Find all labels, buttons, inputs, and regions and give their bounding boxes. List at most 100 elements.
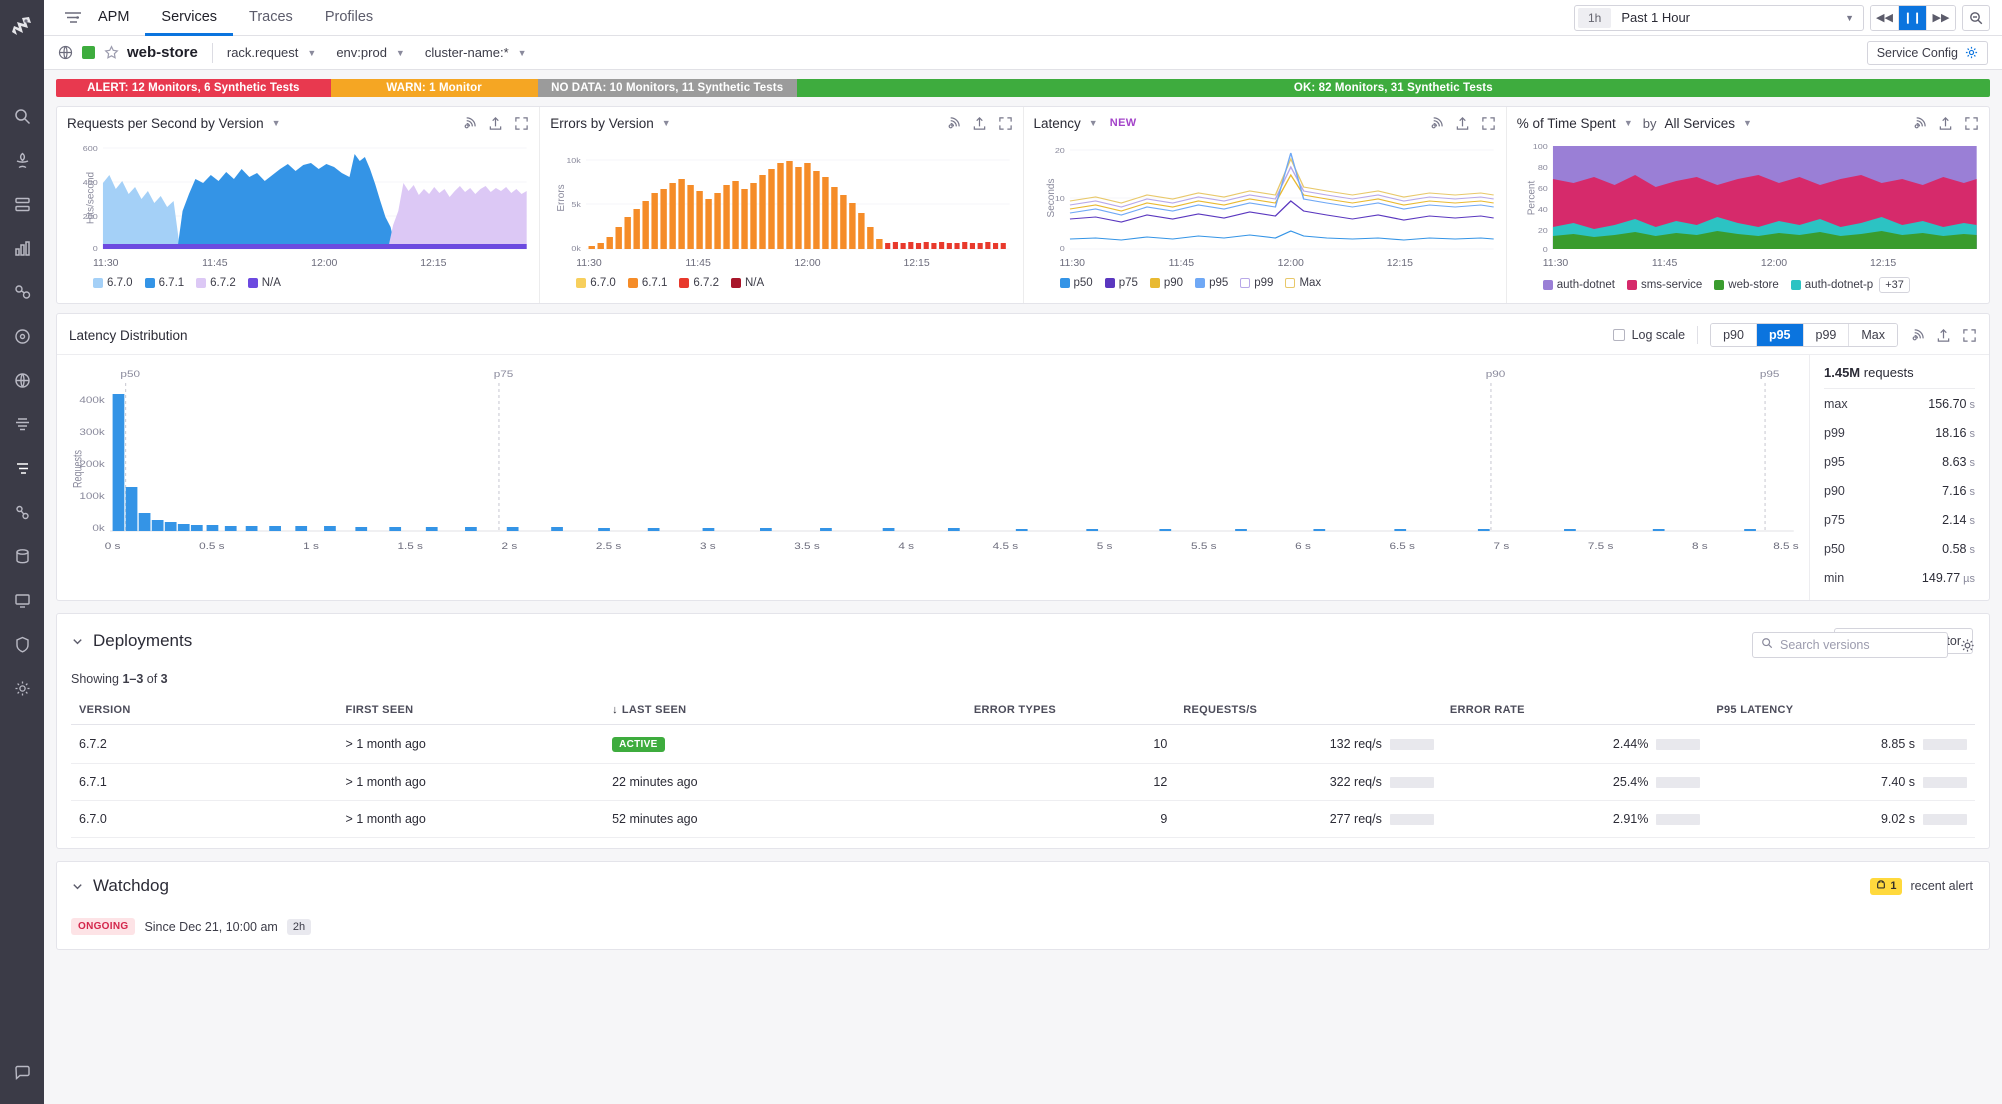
export-icon[interactable]	[488, 116, 503, 131]
fullscreen-icon[interactable]	[998, 116, 1013, 131]
status-segment-warn[interactable]: WARN: 1 Monitor	[330, 79, 538, 97]
export-icon[interactable]	[1936, 328, 1951, 343]
export-icon[interactable]	[1938, 116, 1953, 131]
log-scale-checkbox[interactable]	[1612, 329, 1625, 341]
table-row[interactable]: 6.7.1 > 1 month ago 22 minutes ago 12 32…	[71, 763, 1975, 801]
column-first-seen[interactable]: FIRST SEEN	[337, 698, 605, 725]
legend-item[interactable]: p50	[1059, 277, 1093, 289]
chevron-down-icon[interactable]: ▼	[272, 118, 281, 128]
legend-item[interactable]: auth-dotnet	[1542, 279, 1615, 291]
errors-by-version-chart[interactable]: Errors 10k 5k 0k	[550, 139, 1012, 257]
settings-gear-icon[interactable]	[0, 666, 44, 710]
rewind-button[interactable]: ◀◀	[1871, 5, 1899, 30]
ux-monitoring-icon[interactable]	[0, 358, 44, 402]
panel-title[interactable]: Errors by Version	[550, 116, 654, 131]
chevron-down-icon[interactable]	[71, 880, 84, 893]
panel-title[interactable]: % of Time Spent	[1517, 116, 1616, 131]
legend-item[interactable]: p95	[1195, 277, 1228, 289]
group-by-value[interactable]: All Services	[1664, 116, 1735, 131]
monitors-icon[interactable]	[0, 226, 44, 270]
legend-item[interactable]: 6.7.0	[576, 277, 616, 289]
column-p95-latency[interactable]: P95 LATENCY	[1708, 698, 1975, 725]
column-error-rate[interactable]: ERROR RATE	[1441, 698, 1709, 725]
chevron-down-icon[interactable]: ▼	[662, 118, 671, 128]
help-chat-icon[interactable]	[0, 1050, 44, 1094]
filter-cluster[interactable]: cluster-name:* ▼	[425, 45, 527, 60]
synthetics-icon[interactable]	[0, 578, 44, 622]
alert-icon[interactable]	[1912, 116, 1927, 131]
pause-button[interactable]: ❙❙	[1899, 5, 1927, 30]
legend-more-button[interactable]: +37	[1879, 277, 1910, 293]
nav-product-label[interactable]: APM	[92, 1, 145, 36]
export-icon[interactable]	[972, 116, 987, 131]
chevron-down-icon[interactable]: ▼	[1089, 118, 1098, 128]
favorite-star-icon[interactable]	[104, 45, 119, 60]
apm-active-icon[interactable]	[0, 446, 44, 490]
watchdog-alert-row[interactable]: ONGOING Since Dec 21, 10:00 am 2h	[71, 908, 1975, 939]
legend-item[interactable]: sms-service	[1626, 279, 1702, 291]
requests-per-second-chart[interactable]: Hits/second 600 400 200 0	[67, 139, 529, 257]
alert-icon[interactable]	[1429, 116, 1444, 131]
panel-title[interactable]: Requests per Second by Version	[67, 116, 264, 131]
column-last-seen[interactable]: ↓ LAST SEEN	[604, 698, 966, 725]
time-spent-chart[interactable]: Percent 100 80 60 40 20 0	[1517, 139, 1979, 257]
chevron-down-icon[interactable]: ▼	[1624, 118, 1633, 128]
table-settings-gear-icon[interactable]	[1960, 638, 1975, 653]
legend-item[interactable]: N/A	[730, 277, 764, 289]
watchdog-alert-badge[interactable]: 1	[1870, 877, 1903, 895]
legend-item[interactable]: 6.7.0	[93, 277, 133, 289]
table-row[interactable]: 6.7.2 > 1 month ago ACTIVE 10 132 req/s …	[71, 724, 1975, 764]
latency-distribution-chart[interactable]: p50 p75 p90 p95 400k 300k 200k 100k 0k Request…	[57, 355, 1809, 600]
host-map-icon[interactable]	[0, 138, 44, 182]
column-requests[interactable]: REQUESTS/S	[1175, 698, 1442, 725]
legend-item[interactable]: N/A	[247, 277, 281, 289]
tab-services[interactable]: Services	[145, 1, 234, 36]
status-segment-ok[interactable]: OK: 82 Monitors, 31 Synthetic Tests	[796, 79, 1990, 97]
tab-traces[interactable]: Traces	[233, 1, 309, 36]
legend-item[interactable]: 6.7.2	[196, 277, 236, 289]
legend-item[interactable]: p75	[1104, 277, 1138, 289]
filter-env[interactable]: env:prod ▼	[336, 45, 405, 60]
search-icon[interactable]	[0, 94, 44, 138]
percentile-p90-button[interactable]: p90	[1711, 324, 1757, 346]
search-versions-box[interactable]	[1752, 632, 1948, 658]
zoom-out-button[interactable]	[1962, 4, 1990, 31]
apm-icon[interactable]	[0, 314, 44, 358]
filter-operation[interactable]: rack.request ▼	[227, 45, 316, 60]
time-range-picker[interactable]: 1h Past 1 Hour ▼	[1574, 4, 1864, 31]
search-versions-input[interactable]	[1780, 638, 1939, 652]
legend-item[interactable]: p99	[1240, 277, 1273, 289]
infrastructure-icon[interactable]	[0, 182, 44, 226]
chevron-down-icon[interactable]: ▼	[1845, 13, 1863, 23]
legend-item[interactable]: 6.7.1	[144, 277, 184, 289]
security-icon[interactable]	[0, 622, 44, 666]
legend-item[interactable]: p90	[1149, 277, 1183, 289]
export-icon[interactable]	[1455, 116, 1470, 131]
legend-item[interactable]: 6.7.1	[627, 277, 667, 289]
panel-title[interactable]: Latency	[1034, 116, 1081, 131]
legend-item[interactable]: web-store	[1714, 279, 1779, 291]
column-error-types[interactable]: ERROR TYPES	[965, 698, 1176, 725]
fullscreen-icon[interactable]	[1964, 116, 1979, 131]
database-icon[interactable]	[0, 534, 44, 578]
legend-item[interactable]: auth-dotnet-p	[1790, 279, 1873, 291]
alert-icon[interactable]	[1910, 328, 1925, 343]
column-version[interactable]: VERSION	[71, 698, 338, 725]
fullscreen-icon[interactable]	[1481, 116, 1496, 131]
tab-profiles[interactable]: Profiles	[309, 1, 389, 36]
logs-icon[interactable]	[0, 402, 44, 446]
table-row[interactable]: 6.7.0 > 1 month ago 52 minutes ago 9 277…	[71, 800, 1975, 838]
legend-item[interactable]: 6.7.2	[679, 277, 719, 289]
legend-item[interactable]: Max	[1285, 277, 1321, 289]
latency-chart[interactable]: Seconds 20 10 0	[1034, 139, 1496, 257]
percentile-max-button[interactable]: Max	[1849, 324, 1897, 346]
chevron-down-icon[interactable]	[71, 635, 84, 648]
profiler-icon[interactable]	[0, 490, 44, 534]
forward-button[interactable]: ▶▶	[1927, 5, 1955, 30]
alert-icon[interactable]	[946, 116, 961, 131]
datadog-logo-icon[interactable]	[0, 4, 44, 48]
service-config-button[interactable]: Service Config	[1866, 40, 1988, 65]
chevron-down-icon[interactable]: ▼	[1743, 118, 1752, 128]
percentile-p99-button[interactable]: p99	[1803, 324, 1850, 346]
dashboards-icon[interactable]	[0, 270, 44, 314]
